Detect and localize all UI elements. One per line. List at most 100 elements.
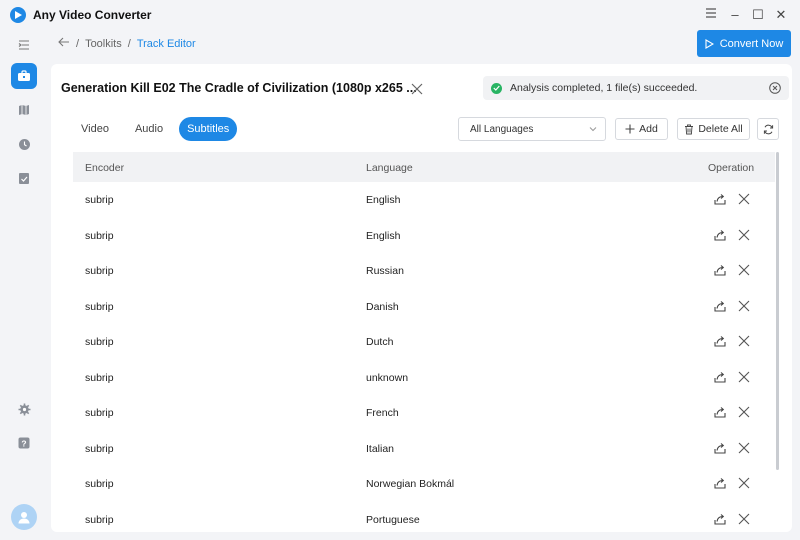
user-icon: [18, 512, 30, 524]
clock-icon: [18, 138, 30, 150]
sidebar-item-history[interactable]: [11, 131, 37, 157]
column-header-operation: Operation: [708, 162, 755, 174]
tab-subtitles[interactable]: Subtitles: [179, 117, 238, 141]
cell-language: Italian: [366, 442, 395, 455]
gear-icon: [18, 403, 30, 415]
table-row: subrip Italian: [73, 431, 775, 466]
delete-track-icon[interactable]: [738, 193, 750, 205]
cell-encoder: subrip: [85, 442, 114, 455]
cell-encoder: subrip: [85, 229, 114, 242]
trash-icon: [685, 124, 694, 134]
add-button[interactable]: Add: [615, 118, 668, 140]
table-row: subrip English: [73, 182, 775, 217]
export-track-icon[interactable]: [713, 370, 727, 384]
cell-language: English: [366, 229, 401, 242]
delete-track-icon[interactable]: [738, 513, 750, 525]
plus-icon: [625, 124, 635, 134]
sidebar-item-toolkit[interactable]: [11, 63, 37, 89]
cell-encoder: subrip: [85, 371, 114, 384]
maximize-button[interactable]: ☐: [747, 4, 769, 26]
close-file-button[interactable]: [409, 81, 425, 97]
delete-track-icon[interactable]: [738, 442, 750, 454]
export-track-icon[interactable]: [713, 512, 727, 526]
export-track-icon[interactable]: [713, 405, 727, 419]
table-row: subrip Russian: [73, 253, 775, 288]
refresh-icon: [763, 124, 773, 134]
cell-language: unknown: [366, 371, 409, 384]
track-tabs: Video Audio Subtitles: [73, 117, 238, 141]
delete-all-button[interactable]: Delete All: [677, 118, 750, 140]
delete-track-icon[interactable]: [738, 300, 750, 312]
delete-track-icon[interactable]: [738, 335, 750, 347]
delete-track-icon[interactable]: [738, 477, 750, 489]
close-circle-icon: [769, 82, 781, 94]
sidebar-item-tasks[interactable]: [11, 165, 37, 191]
export-track-icon[interactable]: [713, 192, 727, 206]
table-row: subrip unknown: [73, 360, 775, 395]
convert-now-button[interactable]: Convert Now: [697, 30, 791, 57]
breadcrumb-separator: /: [127, 37, 131, 50]
sidebar-item-help[interactable]: ?: [11, 430, 37, 456]
language-filter-select[interactable]: All Languages: [458, 117, 606, 141]
delete-track-icon[interactable]: [738, 371, 750, 383]
export-track-icon[interactable]: [713, 476, 727, 490]
tab-audio[interactable]: Audio: [127, 117, 171, 141]
export-track-icon[interactable]: [713, 334, 727, 348]
column-header-language: Language: [366, 162, 413, 174]
task-check-icon: [19, 172, 29, 184]
breadcrumb-current: Track Editor: [136, 37, 196, 50]
add-label: Add: [639, 123, 658, 135]
cell-encoder: subrip: [85, 478, 114, 490]
convert-now-label: Convert Now: [719, 37, 784, 50]
refresh-button[interactable]: [757, 118, 779, 140]
menu-icon[interactable]: [700, 4, 722, 26]
sidebar-item-library[interactable]: [11, 97, 37, 123]
export-track-icon[interactable]: [713, 263, 727, 277]
dismiss-status-button[interactable]: [769, 82, 781, 94]
vertical-scrollbar[interactable]: [776, 152, 779, 470]
cell-language: French: [366, 407, 399, 419]
sidebar: ?: [0, 30, 48, 540]
help-icon: ?: [18, 437, 30, 449]
cell-encoder: subrip: [85, 513, 114, 526]
app-logo-icon: [10, 7, 26, 23]
chevron-down-icon: [589, 125, 597, 133]
track-editor-panel: Generation Kill E02 The Cradle of Civili…: [51, 64, 792, 532]
table-row: subrip English: [73, 218, 775, 253]
cell-language: Russian: [366, 265, 404, 277]
toolbox-icon: [18, 70, 30, 81]
title-bar: Any Video Converter – ☐ ✕: [0, 0, 800, 30]
tab-video[interactable]: Video: [73, 117, 117, 141]
export-track-icon[interactable]: [713, 441, 727, 455]
delete-track-icon[interactable]: [738, 406, 750, 418]
breadcrumb-toolkits[interactable]: Toolkits: [85, 38, 122, 50]
sidebar-item-settings[interactable]: [11, 396, 37, 422]
cell-encoder: subrip: [85, 194, 114, 206]
column-header-encoder: Encoder: [85, 162, 125, 174]
cell-encoder: subrip: [85, 407, 114, 419]
table-header: Encoder Language Operation: [73, 152, 775, 182]
delete-track-icon[interactable]: [738, 229, 750, 241]
play-icon: [705, 38, 714, 49]
status-text: Analysis completed, 1 file(s) succeeded.: [510, 82, 698, 94]
book-icon: [19, 105, 29, 115]
cell-encoder: subrip: [85, 300, 114, 313]
cell-encoder: subrip: [85, 265, 114, 277]
avatar[interactable]: [11, 504, 37, 530]
cell-language: Portuguese: [366, 513, 420, 526]
close-window-button[interactable]: ✕: [770, 4, 792, 26]
cell-language: Norwegian Bokmál: [366, 478, 455, 490]
export-track-icon[interactable]: [713, 299, 727, 313]
subtitle-table: Encoder Language Operation subrip English…: [73, 152, 775, 532]
minimize-button[interactable]: –: [724, 4, 746, 26]
language-filter-value: All Languages: [470, 123, 534, 135]
table-row: subrip French: [73, 395, 775, 430]
sidebar-collapse-icon[interactable]: [11, 32, 37, 58]
breadcrumb-separator: /: [76, 37, 80, 50]
svg-text:?: ?: [21, 438, 26, 448]
export-track-icon[interactable]: [713, 228, 727, 242]
success-check-icon: [491, 82, 502, 94]
back-arrow-icon[interactable]: [58, 37, 70, 50]
delete-track-icon[interactable]: [738, 264, 750, 276]
close-icon: [411, 83, 423, 95]
